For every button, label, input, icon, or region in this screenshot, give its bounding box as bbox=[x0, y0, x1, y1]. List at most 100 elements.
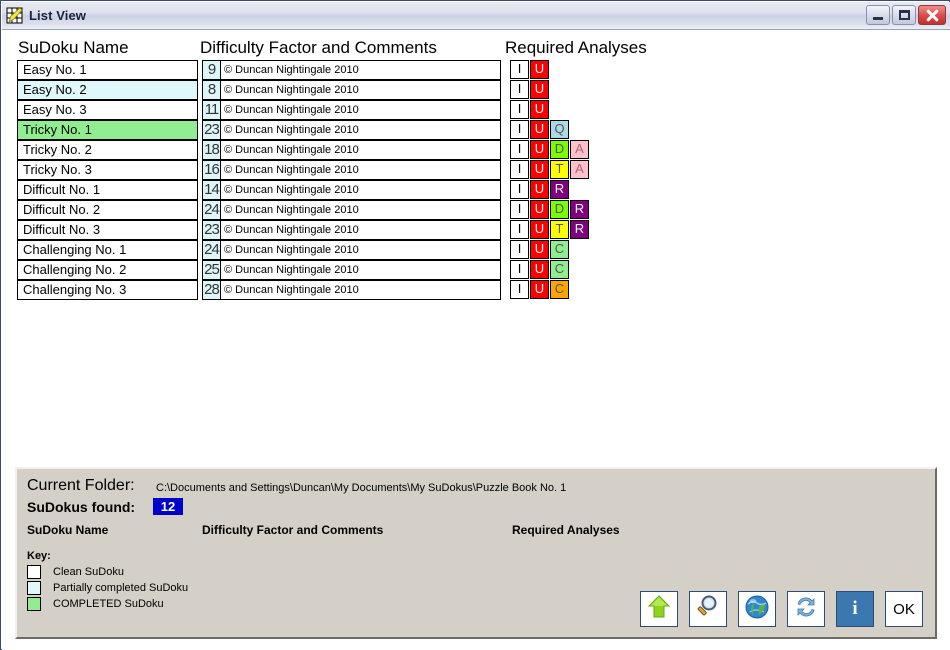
comment-cell[interactable]: © Duncan Nightingale 2010 bbox=[221, 140, 501, 160]
table-row[interactable]: Difficult No. 2 24 © Duncan Nightingale 20… bbox=[2, 200, 950, 220]
analysis-badge-u: U bbox=[530, 260, 549, 279]
sudoku-name-cell[interactable]: Challenging No. 2 bbox=[17, 260, 198, 280]
difficulty-factor-cell: 25 bbox=[202, 260, 221, 280]
comment-cell[interactable]: © Duncan Nightingale 2010 bbox=[221, 220, 501, 240]
comment-cell[interactable]: © Duncan Nightingale 2010 bbox=[221, 240, 501, 260]
sudoku-name-cell[interactable]: Tricky No. 1 bbox=[17, 120, 198, 140]
search-button[interactable] bbox=[689, 591, 727, 627]
difficulty-factor-cell: 23 bbox=[202, 220, 221, 240]
analysis-badge-i: I bbox=[510, 60, 529, 79]
column-header-name: SuDoku Name bbox=[18, 38, 129, 57]
difficulty-factor-cell: 14 bbox=[202, 180, 221, 200]
required-analyses-cell: IUQ bbox=[510, 120, 569, 140]
comment-cell[interactable]: © Duncan Nightingale 2010 bbox=[221, 80, 501, 100]
difficulty-factor-cell: 24 bbox=[202, 200, 221, 220]
sudoku-name-cell[interactable]: Tricky No. 2 bbox=[17, 140, 198, 160]
comment-cell[interactable]: © Duncan Nightingale 2010 bbox=[221, 280, 501, 300]
analysis-badge-i: I bbox=[510, 80, 529, 99]
web-button[interactable] bbox=[738, 591, 776, 627]
analysis-badge-c: C bbox=[550, 260, 569, 279]
green-up-arrow-icon bbox=[646, 594, 672, 625]
analysis-badge-d: D bbox=[550, 140, 569, 159]
analysis-badge-a: A bbox=[570, 140, 589, 159]
comment-cell[interactable]: © Duncan Nightingale 2010 bbox=[221, 120, 501, 140]
analysis-badge-u: U bbox=[530, 120, 549, 139]
sudoku-name-cell[interactable]: Tricky No. 3 bbox=[17, 160, 198, 180]
ok-button[interactable]: OK bbox=[885, 591, 923, 627]
analysis-badge-u: U bbox=[530, 240, 549, 259]
analysis-badge-d: D bbox=[550, 200, 569, 219]
analysis-badge-i: I bbox=[510, 100, 529, 119]
comment-cell[interactable]: © Duncan Nightingale 2010 bbox=[221, 200, 501, 220]
required-analyses-cell: IUC bbox=[510, 280, 569, 300]
table-row[interactable]: Challenging No. 1 24 © Duncan Nightingale … bbox=[2, 240, 950, 260]
table-row[interactable]: Easy No. 3 11 © Duncan Nightingale 2010 I U bbox=[2, 100, 950, 120]
key-legend-label: COMPLETED SuDoku bbox=[53, 598, 164, 610]
analysis-badge-u: U bbox=[530, 200, 549, 219]
analysis-badge-u: U bbox=[530, 100, 549, 119]
required-analyses-cell: IUTR bbox=[510, 220, 589, 240]
analysis-badge-i: I bbox=[510, 140, 529, 159]
table-row[interactable]: Tricky No. 1 23 © Duncan Nightingale 2010 I… bbox=[2, 120, 950, 140]
analysis-badge-i: I bbox=[510, 120, 529, 139]
analysis-badge-i: I bbox=[510, 260, 529, 279]
table-row[interactable]: Difficult No. 3 23 © Duncan Nightingale 20… bbox=[2, 220, 950, 240]
sudoku-list: Easy No. 1 9 © Duncan Nightingale 2010 I U Ea… bbox=[2, 60, 950, 300]
column-header-difficulty: Difficulty Factor and Comments bbox=[200, 38, 437, 57]
table-row[interactable]: Easy No. 2 8 © Duncan Nightingale 2010 I U bbox=[2, 80, 950, 100]
info-i-icon: i bbox=[852, 598, 858, 619]
analysis-badge-r: R bbox=[550, 180, 569, 199]
sudoku-name-cell[interactable]: Difficult No. 2 bbox=[17, 200, 198, 220]
required-analyses-cell: IUDR bbox=[510, 200, 589, 220]
analysis-badge-r: R bbox=[570, 220, 589, 239]
sudoku-name-cell[interactable]: Easy No. 3 bbox=[17, 100, 198, 120]
magnifier-icon bbox=[695, 594, 721, 625]
analysis-badge-i: I bbox=[510, 220, 529, 239]
key-swatch bbox=[27, 565, 41, 579]
required-analyses-cell: IU bbox=[510, 80, 549, 100]
maximize-button[interactable] bbox=[892, 5, 916, 25]
comment-cell[interactable]: © Duncan Nightingale 2010 bbox=[221, 60, 501, 80]
analysis-badge-q: Q bbox=[550, 120, 569, 139]
analysis-badge-c: C bbox=[550, 240, 569, 259]
key-swatch bbox=[27, 597, 41, 611]
title-bar: List View bbox=[2, 2, 950, 30]
window-controls bbox=[866, 5, 946, 25]
required-analyses-cell: IUDA bbox=[510, 140, 589, 160]
table-row[interactable]: Challenging No. 3 28 © Duncan Nightingale … bbox=[2, 280, 950, 300]
comment-cell[interactable]: © Duncan Nightingale 2010 bbox=[221, 180, 501, 200]
sudoku-name-cell[interactable]: Challenging No. 1 bbox=[17, 240, 198, 260]
window-title: List View bbox=[29, 8, 87, 23]
table-row[interactable]: Tricky No. 3 16 © Duncan Nightingale 2010 I… bbox=[2, 160, 950, 180]
action-button-bar: i OK bbox=[640, 591, 923, 627]
analysis-badge-u: U bbox=[530, 160, 549, 179]
comment-cell[interactable]: © Duncan Nightingale 2010 bbox=[221, 160, 501, 180]
sudoku-name-cell[interactable]: Challenging No. 3 bbox=[17, 280, 198, 300]
key-legend-item: Clean SuDoku bbox=[27, 564, 124, 580]
required-analyses-cell: IUC bbox=[510, 240, 569, 260]
sudokus-found-count: 12 bbox=[153, 498, 183, 515]
analysis-badge-u: U bbox=[530, 280, 549, 299]
key-legend-label: Clean SuDoku bbox=[53, 566, 124, 578]
table-row[interactable]: Tricky No. 2 18 © Duncan Nightingale 2010 I… bbox=[2, 140, 950, 160]
required-analyses-cell: IUC bbox=[510, 260, 569, 280]
table-row[interactable]: Challenging No. 2 25 © Duncan Nightingale … bbox=[2, 260, 950, 280]
comment-cell[interactable]: © Duncan Nightingale 2010 bbox=[221, 260, 501, 280]
difficulty-factor-cell: 9 bbox=[202, 60, 221, 80]
analysis-badge-t: T bbox=[550, 220, 569, 239]
comment-cell[interactable]: © Duncan Nightingale 2010 bbox=[221, 100, 501, 120]
up-folder-button[interactable] bbox=[640, 591, 678, 627]
info-panel: Current Folder: C:\Documents and Setting… bbox=[15, 467, 937, 639]
sudoku-name-cell[interactable]: Easy No. 1 bbox=[17, 60, 198, 80]
table-row[interactable]: Easy No. 1 9 © Duncan Nightingale 2010 I U bbox=[2, 60, 950, 80]
sudoku-name-cell[interactable]: Difficult No. 3 bbox=[17, 220, 198, 240]
sudoku-name-cell[interactable]: Easy No. 2 bbox=[17, 80, 198, 100]
info-button[interactable]: i bbox=[836, 591, 874, 627]
minimize-button[interactable] bbox=[866, 5, 890, 25]
refresh-button[interactable] bbox=[787, 591, 825, 627]
analysis-badge-r: R bbox=[570, 200, 589, 219]
table-row[interactable]: Difficult No. 1 14 © Duncan Nightingale 20… bbox=[2, 180, 950, 200]
sudoku-name-cell[interactable]: Difficult No. 1 bbox=[17, 180, 198, 200]
close-button[interactable] bbox=[918, 5, 946, 25]
current-folder-label: Current Folder: bbox=[27, 477, 135, 494]
